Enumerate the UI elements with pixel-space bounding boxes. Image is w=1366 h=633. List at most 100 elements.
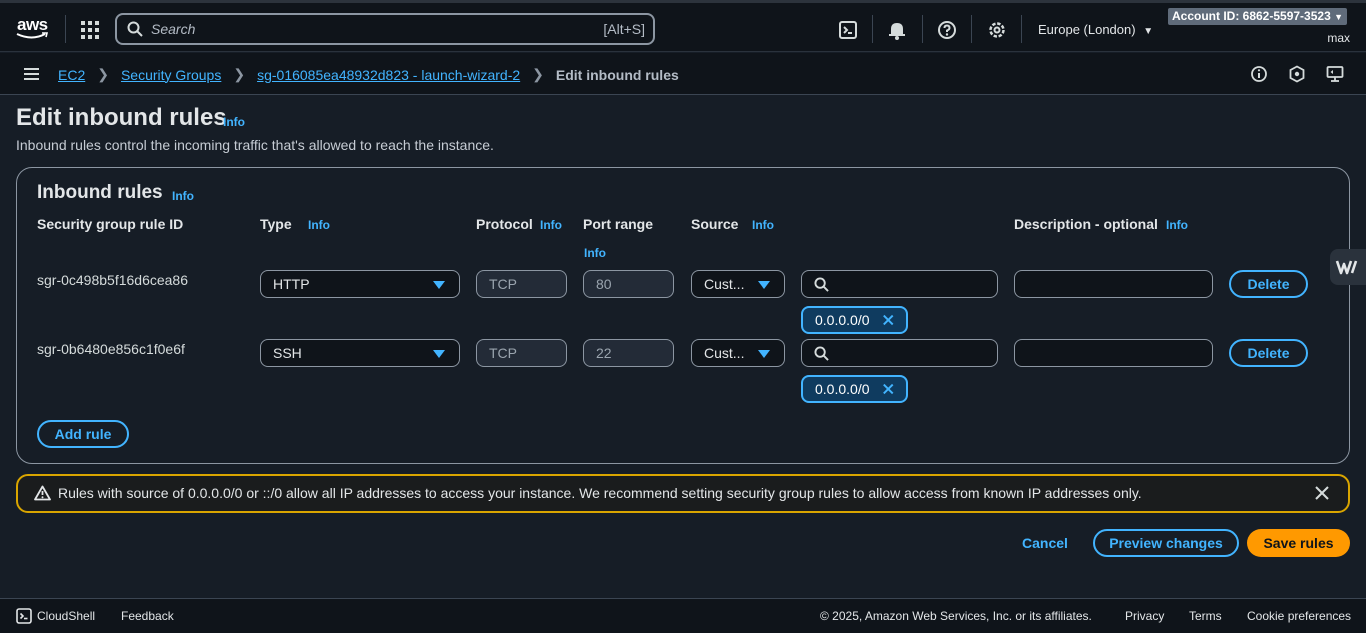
description-field[interactable] xyxy=(1014,270,1213,298)
column-header-port-range: Port range xyxy=(583,216,654,232)
cloudshell-link[interactable]: CloudShell xyxy=(37,609,95,623)
footer: CloudShell Feedback © 2025, Amazon Web S… xyxy=(0,598,1366,633)
notifications-hex-icon[interactable] xyxy=(1288,65,1306,83)
settings-icon[interactable] xyxy=(987,20,1007,40)
search-icon xyxy=(814,346,829,361)
breadcrumb-security-groups[interactable]: Security Groups xyxy=(121,67,221,83)
search-input[interactable]: Search [Alt+S] xyxy=(115,13,655,45)
inbound-rules-panel xyxy=(16,167,1350,464)
w-logo-icon xyxy=(1335,260,1358,275)
protocol-info-link[interactable]: Info xyxy=(540,218,562,232)
page-description: Inbound rules control the incoming traff… xyxy=(16,137,494,153)
chevron-right-icon: ❯ xyxy=(532,66,544,82)
user-name[interactable]: max xyxy=(1327,31,1350,45)
copyright-text: © 2025, Amazon Web Services, Inc. or its… xyxy=(820,609,1092,623)
panel-title: Inbound rules xyxy=(37,182,163,203)
cloudshell-icon[interactable] xyxy=(838,20,858,40)
account-id-label: Account ID: 6862-5597-3523 xyxy=(1172,9,1331,23)
feedback-side-tab[interactable] xyxy=(1330,249,1366,285)
warning-text: Rules with source of 0.0.0.0/0 or ::/0 a… xyxy=(58,485,1142,501)
source-type-value: Cust... xyxy=(704,276,745,292)
cidr-token-label: 0.0.0.0/0 xyxy=(815,312,870,328)
search-shortcut: [Alt+S] xyxy=(603,21,645,37)
breadcrumb-security-group[interactable]: sg-016085ea48932d823 - launch-wizard-2 xyxy=(257,67,520,83)
cloudshell-icon xyxy=(16,608,32,624)
region-selector[interactable]: Europe (London) ▼ xyxy=(1038,22,1153,37)
close-icon[interactable] xyxy=(882,382,895,396)
cidr-token-label: 0.0.0.0/0 xyxy=(815,381,870,397)
source-type-select[interactable]: Cust... xyxy=(691,270,785,298)
feedback-link[interactable]: Feedback xyxy=(121,609,174,623)
cookie-preferences-link[interactable]: Cookie preferences xyxy=(1247,609,1351,623)
warning-alert: Rules with source of 0.0.0.0/0 or ::/0 a… xyxy=(16,474,1350,513)
preview-changes-button[interactable]: Preview changes xyxy=(1093,529,1239,557)
page-info-link[interactable]: Info xyxy=(223,115,245,129)
delete-rule-button[interactable]: Delete xyxy=(1229,270,1308,298)
caret-down-icon: ▼ xyxy=(1143,26,1154,37)
rule-id: sgr-0b6480e856c1f0e6f xyxy=(37,341,185,357)
close-icon[interactable] xyxy=(882,313,895,327)
top-navigation: aws Search [Alt+S] Europe (London) ▼ Acc… xyxy=(0,0,1366,52)
menu-icon[interactable] xyxy=(24,68,39,80)
breadcrumb-bar: EC2 ❯ Security Groups ❯ sg-016085ea48932… xyxy=(0,53,1366,95)
description-field[interactable] xyxy=(1014,339,1213,367)
terms-link[interactable]: Terms xyxy=(1189,609,1222,623)
type-select-value: SSH xyxy=(273,345,302,361)
chevron-right-icon: ❯ xyxy=(97,66,109,82)
nav-divider xyxy=(872,15,873,43)
nav-divider xyxy=(971,15,972,43)
type-select-value: HTTP xyxy=(273,276,310,292)
type-info-link[interactable]: Info xyxy=(308,218,330,232)
source-type-select[interactable]: Cust... xyxy=(691,339,785,367)
source-info-link[interactable]: Info xyxy=(752,218,774,232)
nav-divider xyxy=(922,15,923,43)
privacy-link[interactable]: Privacy xyxy=(1125,609,1164,623)
cidr-token: 0.0.0.0/0 xyxy=(801,375,908,403)
help-icon[interactable] xyxy=(937,20,957,40)
port-range-field: 22 xyxy=(583,339,674,367)
chevron-right-icon: ❯ xyxy=(233,66,246,82)
monitor-icon[interactable] xyxy=(1326,65,1344,83)
column-header-type: Type xyxy=(260,216,292,232)
port-range-field: 80 xyxy=(583,270,674,298)
apps-grid-icon[interactable] xyxy=(81,21,99,39)
source-search-input[interactable] xyxy=(801,270,998,298)
caret-down-icon xyxy=(758,350,770,358)
source-search-input[interactable] xyxy=(801,339,998,367)
page-title: Edit inbound rules xyxy=(16,104,227,131)
type-select[interactable]: SSH xyxy=(260,339,460,367)
cidr-token: 0.0.0.0/0 xyxy=(801,306,908,334)
delete-rule-button[interactable]: Delete xyxy=(1229,339,1308,367)
caret-down-icon xyxy=(433,281,445,289)
port-range-value: 22 xyxy=(596,345,612,361)
port-range-info-link[interactable]: Info xyxy=(584,246,606,260)
column-header-rule-id: Security group rule ID xyxy=(37,216,184,232)
breadcrumb-ec2[interactable]: EC2 xyxy=(58,67,85,83)
bell-icon[interactable] xyxy=(887,20,907,40)
cancel-button[interactable]: Cancel xyxy=(1022,535,1068,551)
caret-down-icon: ▼ xyxy=(1334,12,1344,22)
info-circle-icon[interactable] xyxy=(1250,65,1268,83)
column-header-source: Source xyxy=(691,216,739,232)
panel-info-link[interactable]: Info xyxy=(172,189,194,203)
port-range-value: 80 xyxy=(596,276,612,292)
breadcrumb: EC2 ❯ Security Groups ❯ sg-016085ea48932… xyxy=(58,66,679,83)
warning-icon xyxy=(34,485,51,501)
nav-divider xyxy=(65,15,66,43)
save-rules-button[interactable]: Save rules xyxy=(1247,529,1350,557)
nav-divider xyxy=(1021,15,1022,43)
protocol-value: TCP xyxy=(489,276,517,292)
aws-logo[interactable]: aws xyxy=(16,15,50,41)
aws-smile-icon xyxy=(16,32,48,39)
add-rule-button[interactable]: Add rule xyxy=(37,420,129,448)
breadcrumb-current: Edit inbound rules xyxy=(555,66,679,83)
protocol-field: TCP xyxy=(476,270,567,298)
column-header-description: Description - optional xyxy=(1014,216,1158,232)
account-menu[interactable]: Account ID: 6862-5597-3523 ▼ xyxy=(1168,8,1348,25)
source-type-value: Cust... xyxy=(704,345,745,361)
description-info-link[interactable]: Info xyxy=(1166,218,1188,232)
rule-id: sgr-0c498b5f16d6cea86 xyxy=(37,272,189,288)
close-icon[interactable] xyxy=(1314,485,1330,501)
type-select[interactable]: HTTP xyxy=(260,270,460,298)
region-label: Europe (London) xyxy=(1038,22,1136,37)
